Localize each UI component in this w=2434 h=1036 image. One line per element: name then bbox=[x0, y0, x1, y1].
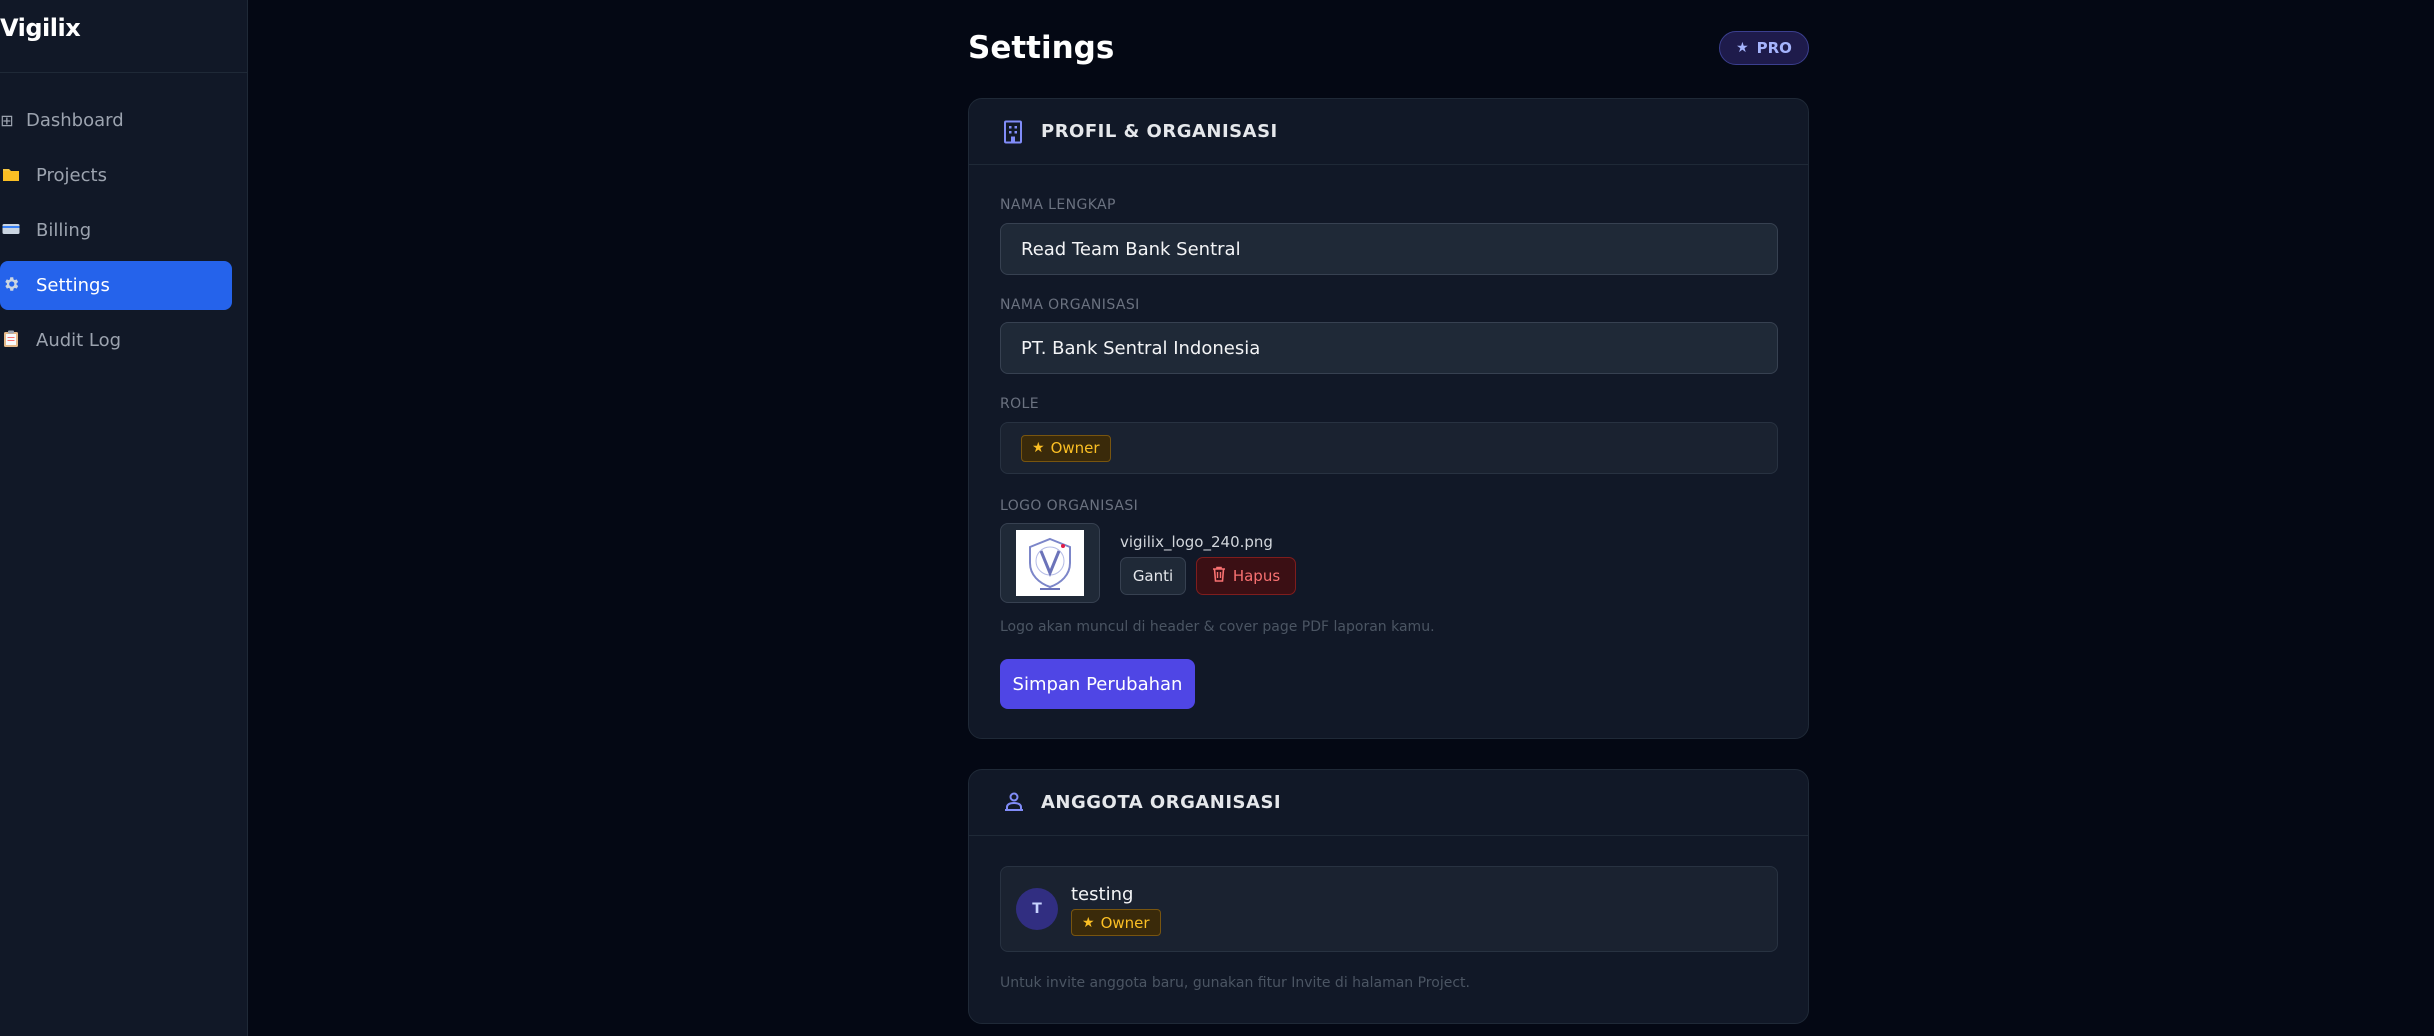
divider bbox=[0, 72, 247, 73]
sidebar-item-label: Billing bbox=[36, 220, 92, 241]
card-header: PROFIL & ORGANISASI bbox=[969, 99, 1808, 165]
sidebar-item-label: Settings bbox=[36, 275, 110, 296]
sidebar-item-settings[interactable]: Settings bbox=[0, 261, 232, 310]
change-logo-button[interactable]: Ganti bbox=[1120, 557, 1186, 595]
logo-label: LOGO ORGANISASI bbox=[1000, 498, 1139, 514]
member-role: ★ Owner bbox=[1071, 909, 1161, 936]
role-badge-label: Owner bbox=[1100, 913, 1150, 932]
role-field: ★ Owner bbox=[1000, 422, 1778, 474]
member-row: T testing ★ Owner bbox=[1000, 866, 1778, 952]
star-icon: ★ bbox=[1736, 40, 1749, 56]
logo-hint: Logo akan muncul di header & cover page … bbox=[1000, 619, 1435, 635]
star-icon: ★ bbox=[1032, 440, 1045, 456]
organization-logo bbox=[1016, 530, 1084, 596]
sidebar-nav: ⊞ Dashboard Projects Billing Settings Au… bbox=[0, 96, 232, 371]
credit-card-icon bbox=[0, 221, 22, 240]
avatar: T bbox=[1016, 888, 1058, 930]
members-hint: Untuk invite anggota baru, gunakan fitur… bbox=[1000, 975, 1470, 991]
full-name-label: NAMA LENGKAP bbox=[1000, 197, 1116, 213]
org-name-input[interactable]: PT. Bank Sentral Indonesia bbox=[1000, 322, 1778, 374]
save-button[interactable]: Simpan Perubahan bbox=[1000, 659, 1195, 709]
sidebar-item-label: Audit Log bbox=[36, 330, 122, 351]
grid-icon: ⊞ bbox=[0, 111, 14, 130]
star-icon: ★ bbox=[1082, 914, 1095, 931]
page-title: Settings bbox=[968, 30, 1115, 66]
sidebar-item-projects[interactable]: Projects bbox=[0, 151, 232, 200]
members-card: ANGGOTA ORGANISASI T testing ★ Owner Unt… bbox=[968, 769, 1809, 1024]
profile-card: PROFIL & ORGANISASI NAMA LENGKAP Read Te… bbox=[968, 98, 1809, 739]
brand-logo[interactable]: Vigilix bbox=[0, 14, 81, 54]
member-name: testing bbox=[1071, 884, 1134, 905]
users-icon bbox=[1003, 791, 1025, 815]
sidebar-item-label: Dashboard bbox=[26, 110, 124, 131]
gear-icon bbox=[0, 275, 22, 297]
folder-icon bbox=[0, 166, 22, 186]
role-badge-label: Owner bbox=[1050, 439, 1100, 457]
full-name-input[interactable]: Read Team Bank Sentral bbox=[1000, 223, 1778, 275]
logo-file-name: vigilix_logo_240.png bbox=[1120, 533, 1273, 551]
sidebar-item-dashboard[interactable]: ⊞ Dashboard bbox=[0, 96, 232, 145]
delete-logo-label: Hapus bbox=[1232, 567, 1281, 585]
card-title: PROFIL & ORGANISASI bbox=[1041, 121, 1278, 142]
building-icon bbox=[1003, 120, 1025, 144]
logo-preview bbox=[1000, 523, 1100, 603]
clipboard-icon bbox=[0, 330, 22, 352]
role-label: ROLE bbox=[1000, 396, 1039, 412]
sidebar-item-billing[interactable]: Billing bbox=[0, 206, 232, 255]
sidebar-item-audit-log[interactable]: Audit Log bbox=[0, 316, 232, 365]
card-title: ANGGOTA ORGANISASI bbox=[1041, 792, 1282, 813]
sidebar-item-label: Projects bbox=[36, 165, 107, 186]
delete-logo-button[interactable]: Hapus bbox=[1196, 557, 1296, 595]
sidebar: Vigilix ⊞ Dashboard Projects Billing Set… bbox=[0, 0, 248, 1036]
role-badge: ★ Owner bbox=[1071, 909, 1161, 936]
plan-badge-label: PRO bbox=[1756, 39, 1792, 57]
card-header: ANGGOTA ORGANISASI bbox=[969, 770, 1808, 836]
plan-badge: ★ PRO bbox=[1719, 31, 1809, 65]
trash-icon bbox=[1212, 566, 1226, 586]
org-name-label: NAMA ORGANISASI bbox=[1000, 297, 1140, 313]
role-badge: ★ Owner bbox=[1021, 434, 1111, 462]
